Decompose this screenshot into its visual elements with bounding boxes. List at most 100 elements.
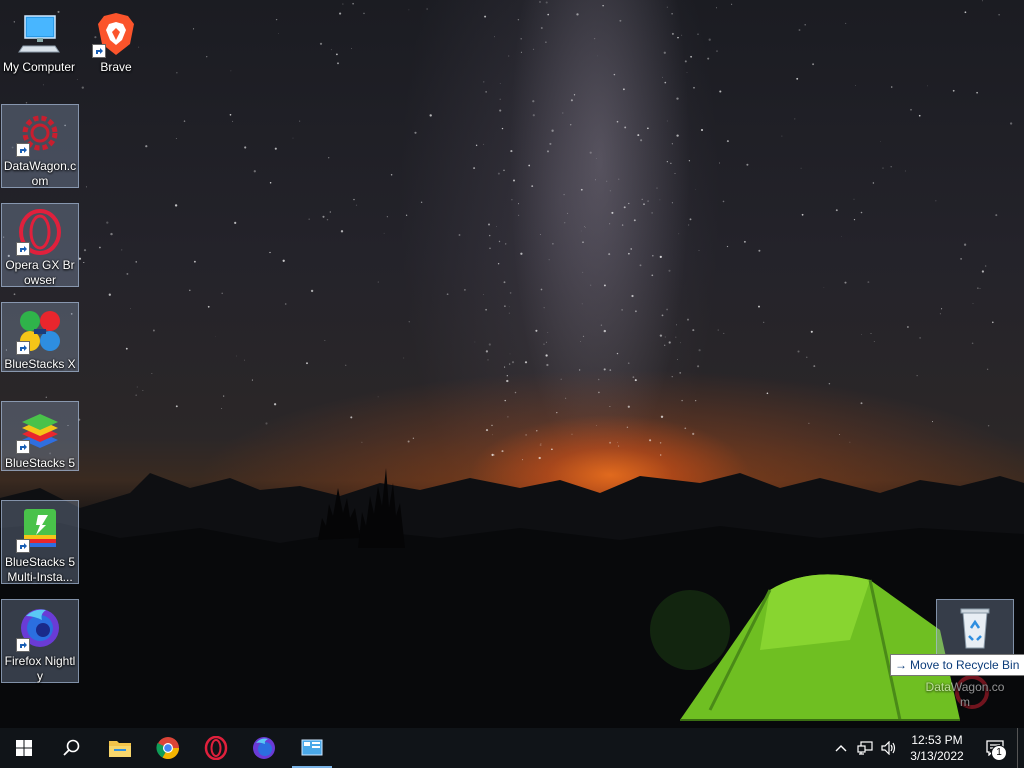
star [717, 329, 719, 331]
star [183, 120, 186, 122]
star [556, 411, 558, 414]
desktop-icon-bluestacks-5-multi[interactable]: BlueStacks 5 Multi-Insta... [1, 500, 79, 584]
star [692, 432, 695, 436]
clock[interactable]: 12:53 PM 3/13/2022 [901, 732, 973, 764]
desktop-icon-brave[interactable]: Brave [78, 6, 154, 77]
network-button[interactable] [853, 728, 877, 768]
star [906, 326, 909, 328]
firefox-nightly-icon [16, 604, 64, 652]
star [491, 453, 494, 457]
star [632, 376, 635, 379]
star [485, 350, 489, 353]
star [514, 391, 517, 394]
desktop-icon-my-computer[interactable]: My Computer [1, 6, 77, 77]
star [497, 263, 500, 265]
star [206, 56, 208, 58]
star [350, 416, 353, 419]
desktop-icon-recycle-bin[interactable] [936, 599, 1014, 657]
star [796, 77, 799, 80]
star [659, 334, 663, 337]
search-button[interactable] [48, 728, 96, 768]
star [284, 303, 287, 305]
star [483, 293, 484, 295]
drag-tooltip: → Move to Recycle Bin [890, 654, 1024, 676]
star [633, 219, 636, 222]
desktop-icon-firefox-nightly[interactable]: Firefox Nightly [1, 599, 79, 683]
star [623, 88, 625, 91]
star [687, 318, 689, 321]
action-center-button[interactable]: 1 [973, 728, 1017, 768]
star [613, 73, 616, 76]
star [483, 81, 485, 83]
datawagon-gear-icon [16, 109, 64, 157]
star [589, 151, 592, 154]
star [982, 0, 983, 2]
recycle-bin-icon [951, 604, 999, 652]
star [580, 341, 582, 342]
star [781, 135, 783, 137]
desktop-icon-bluestacks-5[interactable]: BlueStacks 5 [1, 401, 79, 471]
star [412, 437, 415, 439]
star [661, 314, 664, 317]
star [484, 15, 487, 18]
star [322, 215, 325, 218]
star [324, 340, 326, 341]
star [539, 1, 541, 3]
star [904, 170, 906, 172]
star [606, 180, 608, 182]
star [580, 188, 583, 191]
star [135, 261, 137, 263]
star [919, 337, 921, 339]
star [689, 218, 692, 221]
star [695, 400, 697, 402]
star [746, 163, 749, 166]
shortcut-arrow-icon [16, 440, 30, 454]
taskbar-file-explorer[interactable] [96, 728, 144, 768]
star [563, 193, 565, 196]
star [686, 72, 688, 73]
taskbar-opera[interactable] [192, 728, 240, 768]
show-hidden-icons-button[interactable] [829, 728, 853, 768]
taskbar-firefox-nightly[interactable] [240, 728, 288, 768]
star [110, 232, 113, 236]
star [806, 356, 808, 358]
star [282, 259, 285, 262]
star [308, 218, 310, 220]
star [675, 336, 677, 338]
show-desktop-button[interactable] [1017, 728, 1024, 768]
star [275, 18, 278, 21]
star [813, 365, 816, 368]
star [509, 363, 511, 365]
star [812, 63, 815, 66]
desktop-icon-bluestacks-x[interactable]: BlueStacks X [1, 302, 79, 372]
star [269, 251, 271, 254]
star [136, 386, 138, 388]
desktop-icon-datawagon[interactable]: DataWagon.com [1, 104, 79, 188]
star [535, 329, 538, 332]
star [278, 33, 279, 34]
star [580, 230, 582, 232]
taskbar-control-panel[interactable] [288, 728, 336, 768]
star [539, 234, 541, 235]
taskbar-chrome[interactable] [144, 728, 192, 768]
star [426, 8, 428, 10]
volume-button[interactable] [877, 728, 901, 768]
star [972, 302, 974, 304]
star [603, 329, 606, 333]
star [532, 48, 535, 50]
star [798, 29, 801, 31]
star [860, 211, 863, 214]
star [83, 249, 87, 252]
star [142, 390, 144, 392]
star [808, 422, 810, 424]
star [223, 395, 225, 397]
desktop-icon-opera-gx[interactable]: Opera GX Browser [1, 203, 79, 287]
star [758, 305, 760, 308]
star [849, 441, 851, 443]
start-button[interactable] [0, 728, 48, 768]
star [880, 141, 881, 142]
star [545, 354, 548, 357]
star [666, 308, 668, 311]
star [617, 441, 619, 443]
chrome-icon [156, 737, 179, 759]
